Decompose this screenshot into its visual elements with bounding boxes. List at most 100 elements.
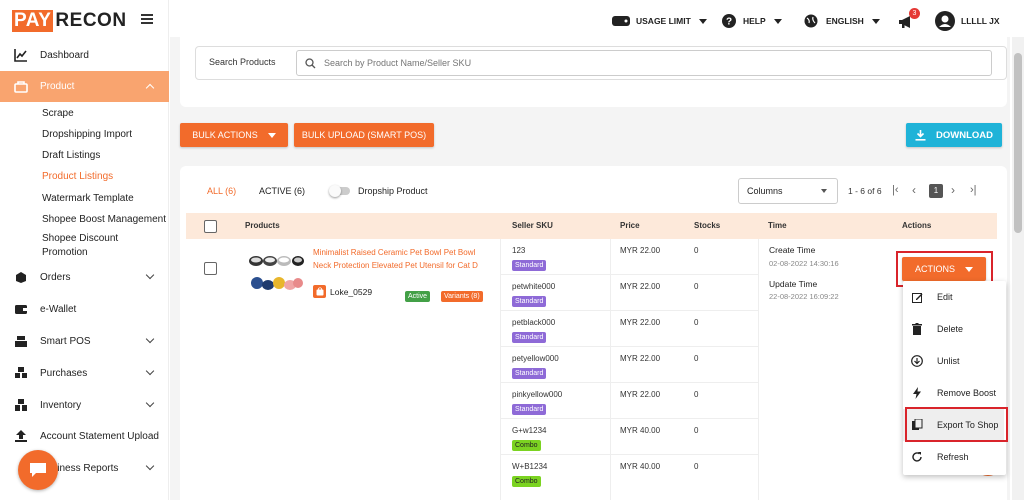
chat-icon (30, 463, 46, 477)
prev-page-icon[interactable]: ‹ (912, 183, 916, 197)
columns-select[interactable]: Columns (738, 178, 838, 204)
variant-price: MYR 40.00 (620, 426, 661, 435)
chevron-down-icon (145, 270, 155, 280)
variant-row: petblack000 Standard MYR 22.00 0 (500, 311, 758, 347)
help-menu[interactable]: ? HELP (722, 13, 782, 29)
divider (758, 239, 759, 500)
variant-row: pinkyellow000 Standard MYR 22.00 0 (500, 383, 758, 419)
product-name-line1: Minimalist Raised Ceramic Pet Bowl Pet B… (313, 248, 476, 257)
variant-tag: Standard (512, 296, 547, 307)
sidebar-item-dashboard[interactable]: Dashboard (0, 39, 169, 71)
sidebar-item-smart-pos[interactable]: Smart POS (0, 325, 169, 357)
search-label: Search Products (209, 57, 276, 67)
bulk-upload-label: BULK UPLOAD (SMART POS) (301, 130, 427, 140)
sidebar-sub-scrape[interactable]: Scrape (42, 108, 74, 119)
sidebar-item-orders[interactable]: Orders (0, 261, 169, 293)
update-time-label: Update Time (769, 279, 818, 289)
logo-recon: RECON (55, 10, 127, 31)
product-thumbnail[interactable] (248, 253, 304, 293)
chat-button[interactable] (18, 450, 58, 490)
caret-down-icon (821, 189, 827, 193)
sidebar-item-label: e-Wallet (40, 303, 77, 315)
variant-sku: W+B1234 (512, 462, 548, 471)
sidebar-item-label: Smart POS (40, 335, 91, 347)
variant-stock: 0 (694, 246, 699, 255)
download-button[interactable]: DOWNLOAD (906, 123, 1002, 147)
caret-down-icon (773, 18, 782, 24)
row-checkbox[interactable] (204, 262, 217, 275)
sidebar-item-account-statement-upload[interactable]: Account Statement Upload (0, 420, 169, 452)
notifications-button[interactable]: 3 (898, 8, 920, 30)
sidebar-sub-shopee-boost[interactable]: Shopee Boost Management (42, 214, 166, 225)
language-menu[interactable]: ENGLISH (804, 13, 880, 29)
sidebar-sub-shopee-discount[interactable]: Shopee Discount (42, 233, 118, 244)
menu-item-unlist[interactable]: Unlist (903, 345, 1004, 377)
current-page[interactable]: 1 (929, 184, 943, 198)
tab-all[interactable]: ALL (6) (207, 186, 236, 196)
sidebar-sub-promotion[interactable]: Promotion (42, 247, 88, 258)
next-page-icon[interactable]: › (951, 183, 955, 197)
globe-icon (804, 14, 818, 28)
sidebar-item-product[interactable]: Product (0, 71, 169, 102)
product-name-link[interactable]: Minimalist Raised Ceramic Pet Bowl Pet B… (313, 246, 493, 272)
actions-label: ACTIONS (914, 264, 955, 274)
variant-tag: Combo (512, 440, 541, 451)
search-icon (305, 57, 316, 68)
variant-sku: petwhite000 (512, 282, 556, 291)
menu-item-refresh[interactable]: Refresh (903, 441, 1004, 473)
orders-icon (14, 270, 28, 284)
sidebar-item-label: Inventory (40, 399, 82, 411)
trash-icon (911, 323, 923, 335)
scrollbar[interactable] (1012, 37, 1024, 500)
sidebar-item-inventory[interactable]: Inventory (0, 389, 169, 421)
tab-active[interactable]: ACTIVE (6) (259, 186, 305, 196)
logo-pay: PAY (12, 10, 54, 32)
sidebar-sub-product-listings[interactable]: Product Listings (42, 171, 113, 182)
variant-price: MYR 22.00 (620, 318, 661, 327)
menu-item-remove-boost[interactable]: Remove Boost (903, 377, 1004, 409)
scrollbar-thumb[interactable] (1014, 53, 1022, 233)
variant-sku: 123 (512, 246, 526, 255)
bolt-icon (911, 387, 923, 399)
refresh-icon (911, 451, 923, 463)
boxes-icon (14, 366, 28, 380)
search-input[interactable] (324, 58, 964, 68)
menu-item-edit[interactable]: Edit (903, 281, 1004, 313)
download-label: DOWNLOAD (936, 129, 993, 141)
last-page-icon[interactable]: ›| (970, 184, 977, 196)
variant-tag: Standard (512, 368, 547, 379)
user-menu[interactable]: LLLLL JX (935, 11, 1000, 31)
variant-price: MYR 22.00 (620, 390, 661, 399)
sidebar-item-label: Product (40, 81, 75, 92)
bulk-upload-button[interactable]: BULK UPLOAD (SMART POS) (294, 123, 434, 147)
variant-stock: 0 (694, 426, 699, 435)
sidebar-sub-watermark-template[interactable]: Watermark Template (42, 193, 134, 204)
actions-button[interactable]: ACTIONS (902, 257, 986, 281)
variant-tag: Standard (512, 260, 547, 271)
sidebar-sub-draft-listings[interactable]: Draft Listings (42, 150, 100, 161)
menu-toggle-icon[interactable] (141, 14, 153, 24)
variant-stock: 0 (694, 390, 699, 399)
menu-item-delete[interactable]: Delete (903, 313, 1004, 345)
caret-down-icon (698, 18, 707, 24)
sidebar-item-purchases[interactable]: Purchases (0, 357, 169, 389)
menu-item-label: Remove Boost (937, 388, 997, 398)
select-all-checkbox[interactable] (204, 220, 217, 233)
variant-sku: G+w1234 (512, 426, 547, 435)
sidebar-item-ewallet[interactable]: e-Wallet (0, 293, 169, 325)
bulk-actions-button[interactable]: BULK ACTIONS (180, 123, 288, 147)
sidebar-sub-dropshipping-import[interactable]: Dropshipping Import (42, 129, 132, 140)
create-time-label: Create Time (769, 245, 816, 255)
search-input-box[interactable] (296, 50, 992, 76)
variants-badge[interactable]: Variants (8) (441, 290, 483, 302)
top-header (170, 0, 1024, 37)
chevron-down-icon (145, 398, 155, 408)
sidebar-item-label: Purchases (40, 367, 88, 379)
variant-stock: 0 (694, 462, 699, 471)
usage-limit-menu[interactable]: USAGE LIMIT (612, 13, 707, 29)
brand-logo[interactable]: PAY RECON (12, 10, 127, 32)
caret-down-icon (267, 132, 276, 138)
variant-stock: 0 (694, 354, 699, 363)
first-page-icon[interactable]: |‹ (892, 184, 899, 196)
dropship-toggle[interactable] (329, 185, 350, 197)
